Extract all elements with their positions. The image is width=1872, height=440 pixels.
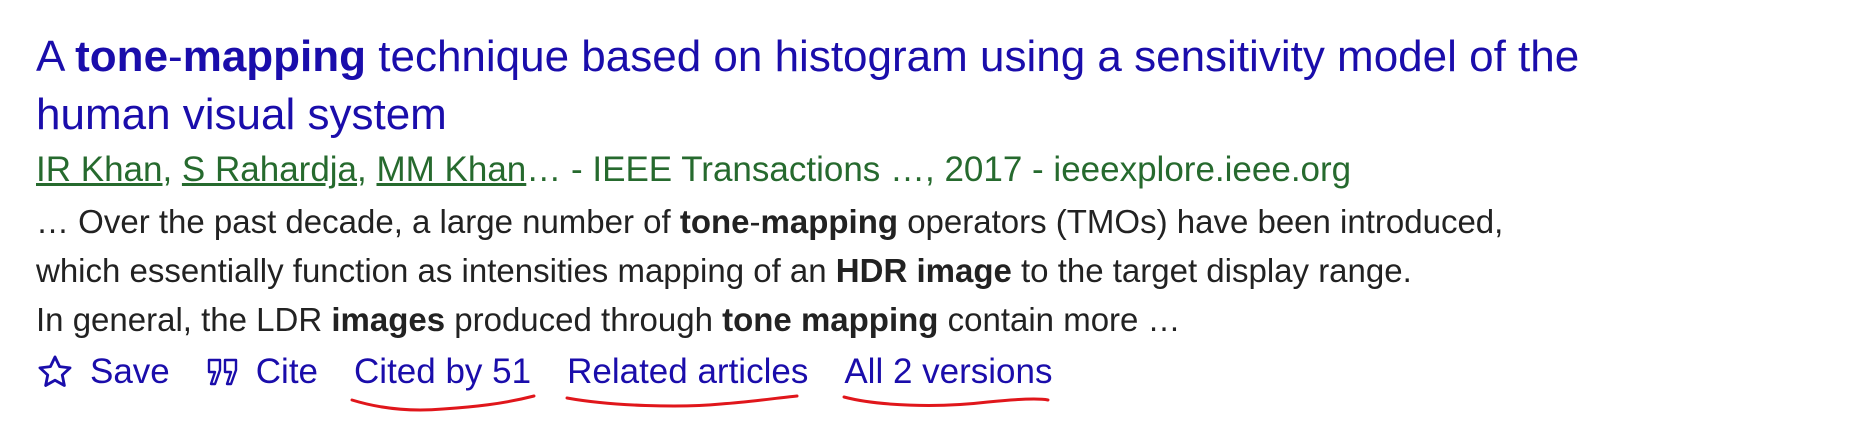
red-underline-annotation <box>842 395 1050 407</box>
snippet-text: which essentially function as intensitie… <box>36 252 836 289</box>
snippet-text: In general, the LDR <box>36 301 332 338</box>
title-bold-term: mapping <box>182 32 367 81</box>
snippet-text: contain more … <box>938 301 1181 338</box>
red-underline-annotation <box>350 394 536 412</box>
author-separator: , <box>357 150 377 189</box>
title-text: technique based on histogram using a sen… <box>366 32 1580 81</box>
snippet-text: … Over the past decade, a large number o… <box>36 203 680 240</box>
snippet-bold-term: HDR image <box>835 252 1012 289</box>
byline-source: … - IEEE Transactions …, 2017 - ieeexplo… <box>526 150 1352 189</box>
cite-button[interactable]: Cite <box>206 348 318 396</box>
quote-icon <box>206 357 240 387</box>
result-snippet: … Over the past decade, a large number o… <box>36 197 1836 344</box>
save-label: Save <box>90 352 170 391</box>
all-versions-label: All 2 versions <box>844 352 1053 391</box>
star-outline-icon <box>36 353 74 391</box>
snippet-line: which essentially function as intensitie… <box>36 246 1836 295</box>
red-underline-annotation <box>565 394 799 408</box>
cite-label: Cite <box>255 352 319 391</box>
snippet-line: … Over the past decade, a large number o… <box>36 197 1836 246</box>
title-text: human visual system <box>36 90 447 139</box>
snippet-text: produced through <box>445 301 723 338</box>
snippet-bold-term: tone <box>679 203 750 240</box>
snippet-text: operators (TMOs) have been introduced, <box>898 203 1504 240</box>
cited-by-link[interactable]: Cited by 51 <box>350 348 536 412</box>
related-articles-link[interactable]: Related articles <box>565 348 809 408</box>
author-link[interactable]: IR Khan <box>36 150 162 189</box>
snippet-text: to the target display range. <box>1011 252 1412 289</box>
result-byline: IR Khan, S Rahardja, MM Khan… - IEEE Tra… <box>36 146 1836 194</box>
snippet-bold-term: mapping <box>760 203 899 240</box>
cited-by-label: Cited by 51 <box>354 352 532 391</box>
snippet-bold-term: images <box>331 301 446 338</box>
title-text: A <box>36 32 76 81</box>
result-title-link[interactable]: A tone-mapping technique based on histog… <box>36 28 1836 144</box>
result-actions: Save Cite Cited by 51 Related articles A… <box>36 348 1836 412</box>
author-link[interactable]: MM Khan <box>376 150 526 189</box>
snippet-line: In general, the LDR images produced thro… <box>36 295 1836 344</box>
author-link[interactable]: S Rahardja <box>182 150 357 189</box>
author-separator: , <box>162 150 182 189</box>
related-articles-label: Related articles <box>567 352 809 391</box>
snippet-text: - <box>749 203 761 240</box>
save-button[interactable]: Save <box>36 348 170 396</box>
title-bold-term: tone <box>75 32 169 81</box>
all-versions-link[interactable]: All 2 versions <box>842 348 1053 407</box>
search-result: A tone-mapping technique based on histog… <box>36 28 1836 412</box>
title-text: - <box>168 32 183 81</box>
snippet-bold-term: tone mapping <box>722 301 939 338</box>
